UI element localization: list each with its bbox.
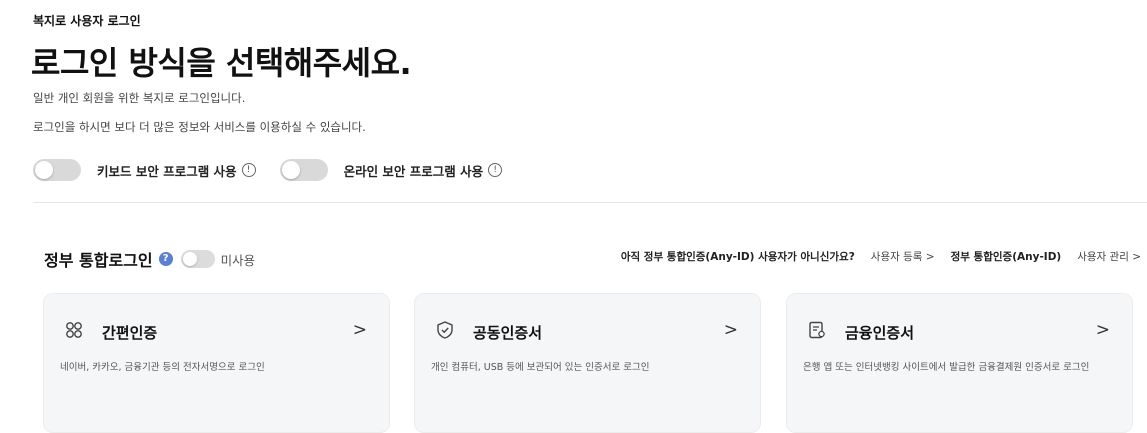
shield-check-icon	[437, 321, 453, 339]
toggle-knob	[182, 252, 197, 266]
security-toggle-row: 키보드 보안 프로그램 사용 ! 온라인 보안 프로그램 사용 !	[33, 158, 503, 182]
gov-login-toggle[interactable]	[180, 250, 215, 268]
online-security-label: 온라인 보안 프로그램 사용	[343, 163, 484, 179]
keyboard-security-label: 키보드 보안 프로그램 사용	[97, 163, 237, 179]
description-line-1: 일반 개인 회원을 위한 복지로 로그인입니다.	[33, 91, 246, 105]
any-id-links: 아직 정부 통합인증(Any-ID) 사용자가 아니신가요? 사용자 등록 > …	[621, 249, 1141, 264]
card-description: 은행 앱 또는 인터넷뱅킹 사이트에서 발급한 금융결제원 인증서로 로그인	[803, 362, 1090, 373]
online-security-toggle[interactable]	[279, 159, 328, 181]
toggle-knob	[281, 161, 300, 179]
question-circle-icon[interactable]: ?	[158, 252, 173, 266]
toggle-knob	[35, 161, 53, 179]
card-title: 공동인증서	[473, 324, 543, 342]
joint-cert-card[interactable]: 공동인증서 > 개인 컴퓨터, USB 등에 보관되어 있는 인증서로 로그인	[414, 293, 761, 433]
any-id-prompt: 아직 정부 통합인증(Any-ID) 사용자가 아니신가요?	[620, 251, 855, 263]
card-description: 개인 컴퓨터, USB 등에 보관되어 있는 인증서로 로그인	[431, 362, 650, 373]
description-line-2: 로그인을 하시면 보다 더 많은 정보와 서비스를 이용하실 수 있습니다.	[33, 120, 366, 134]
keyboard-security-toggle[interactable]	[33, 159, 81, 181]
info-circle-icon[interactable]: !	[241, 163, 256, 177]
gov-login-toggle-label: 미사용	[220, 252, 256, 268]
simple-auth-icon	[66, 322, 82, 338]
page-title: 로그인 방식을 선택해주세요.	[31, 44, 412, 82]
gov-login-header: 정부 통합로그인 ? 미사용	[44, 247, 255, 271]
breadcrumb: 복지로 사용자 로그인	[33, 14, 141, 28]
register-user-link[interactable]: 사용자 등록 >	[871, 249, 935, 264]
financial-cert-card[interactable]: 금융인증서 > 은행 앱 또는 인터넷뱅킹 사이트에서 발급한 금융결제원 인증…	[786, 293, 1133, 433]
financial-cert-icon	[809, 321, 825, 339]
info-circle-icon[interactable]: !	[488, 163, 503, 177]
any-id-service-name: 정부 통합인증(Any-ID)	[950, 251, 1062, 263]
card-description: 네이버, 카카오, 금융기관 등의 전자서명으로 로그인	[60, 362, 265, 373]
manage-user-link[interactable]: 사용자 관리 >	[1077, 249, 1141, 264]
simple-auth-card[interactable]: 간편인증 > 네이버, 카카오, 금융기관 등의 전자서명으로 로그인	[43, 293, 390, 433]
gov-login-title: 정부 통합로그인	[44, 251, 153, 270]
card-title: 금융인증서	[845, 324, 915, 342]
chevron-right-icon: >	[723, 320, 738, 340]
card-title: 간편인증	[102, 324, 158, 342]
section-divider	[33, 202, 1147, 203]
chevron-right-icon: >	[1095, 320, 1110, 340]
chevron-right-icon: >	[352, 320, 367, 340]
